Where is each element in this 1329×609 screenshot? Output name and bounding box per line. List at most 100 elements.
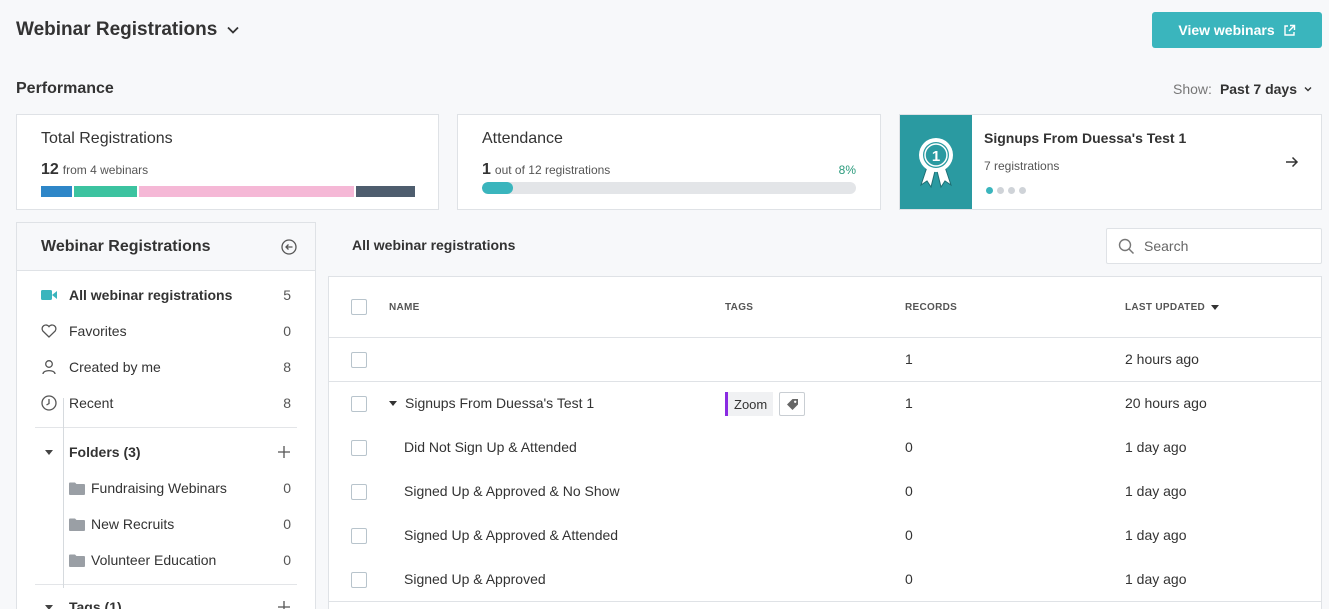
add-folder-icon[interactable] [277, 445, 291, 459]
row-records: 0 [905, 483, 913, 499]
row-checkbox[interactable] [351, 440, 367, 456]
row-checkbox[interactable] [351, 572, 367, 588]
featured-title: Signups From Duessa's Test 1 [984, 130, 1187, 146]
row-checkbox[interactable] [351, 396, 367, 412]
folder-icon [69, 552, 85, 568]
carousel-dot[interactable] [1019, 187, 1026, 194]
sidebar-item-folder[interactable]: Fundraising Webinars 0 [17, 470, 315, 506]
sidebar-title: Webinar Registrations [41, 238, 211, 255]
row-checkbox[interactable] [351, 352, 367, 368]
select-all-checkbox[interactable] [351, 299, 367, 315]
row-records: 0 [905, 571, 913, 587]
column-header-label: LAST UPDATED [1125, 302, 1206, 313]
breakdown-segment [41, 186, 72, 197]
collapse-sidebar-icon[interactable] [281, 239, 297, 255]
attendance-percent: 8% [838, 163, 856, 177]
row-updated: 20 hours ago [1125, 395, 1207, 411]
carousel-dots[interactable] [986, 187, 1030, 194]
folders-section-header[interactable]: Folders (3) [17, 434, 315, 470]
table-row[interactable]: Signed Up & Approved & Attended 0 1 day … [329, 514, 1321, 558]
page-title[interactable]: Webinar Registrations [16, 19, 241, 41]
total-registrations-card: Total Registrations 12 from 4 webinars [16, 114, 439, 210]
sidebar-item-recent[interactable]: Recent 8 [17, 385, 315, 421]
performance-heading: Performance [16, 80, 114, 97]
row-updated: 1 day ago [1125, 571, 1187, 587]
search-input[interactable] [1144, 238, 1314, 254]
column-header-last-updated[interactable]: LAST UPDATED [1125, 302, 1220, 313]
chevron-down-icon[interactable] [225, 22, 241, 38]
external-link-icon [1283, 24, 1295, 36]
sidebar-item-count: 0 [283, 552, 291, 568]
sidebar-item-label: Created by me [69, 359, 161, 375]
user-icon [41, 359, 57, 375]
column-header-tags[interactable]: TAGS [725, 302, 753, 313]
view-webinars-button[interactable]: View webinars [1152, 12, 1322, 48]
sidebar-item-count: 0 [283, 323, 291, 339]
row-records: 0 [905, 439, 913, 455]
arrow-right-icon[interactable] [1285, 155, 1299, 169]
table-row[interactable]: Signups From Duessa's Test 1 Zoom 1 20 h… [329, 382, 1321, 426]
row-updated: 1 day ago [1125, 483, 1187, 499]
sidebar-item-label: Volunteer Education [91, 552, 217, 568]
sidebar-item-label: Favorites [69, 323, 127, 339]
search-icon [1118, 238, 1135, 254]
sidebar-item-count: 0 [283, 516, 291, 532]
list-title: All webinar registrations [352, 237, 516, 253]
sidebar-item-folder[interactable]: New Recruits 0 [17, 506, 315, 542]
tag-label: Zoom [734, 396, 768, 412]
add-tag-icon[interactable] [277, 600, 291, 609]
sidebar-item-label: All webinar registrations [69, 287, 233, 303]
row-checkbox[interactable] [351, 528, 367, 544]
sidebar-item-created-by-me[interactable]: Created by me 8 [17, 349, 315, 385]
sidebar-header: Webinar Registrations [17, 223, 315, 271]
row-checkbox[interactable] [351, 484, 367, 500]
table-row[interactable]: Did Not Sign Up & Attended 0 1 day ago [329, 426, 1321, 470]
sidebar-divider [35, 584, 297, 585]
tags-section-header[interactable]: Tags (1) [17, 589, 315, 609]
add-tag-button[interactable] [779, 392, 805, 416]
tag-icon [786, 398, 798, 410]
breakdown-segment [356, 186, 415, 197]
sidebar-item-label: New Recruits [91, 516, 175, 532]
sidebar-item-favorites[interactable]: Favorites 0 [17, 313, 315, 349]
carousel-dot[interactable] [997, 187, 1004, 194]
row-name[interactable]: Signed Up & Approved [404, 571, 546, 587]
date-range-select[interactable]: Show: Past 7 days [1173, 81, 1313, 97]
tag-chip[interactable]: Zoom [725, 392, 774, 416]
expand-caret-icon[interactable] [389, 401, 397, 406]
folder-icon [69, 516, 85, 532]
carousel-dot[interactable] [1008, 187, 1015, 194]
caret-down-icon [41, 444, 57, 460]
sidebar-item-label: Recent [69, 395, 114, 411]
folder-icon [69, 480, 85, 496]
folders-label: Folders (3) [69, 444, 141, 460]
column-header-records[interactable]: RECORDS [905, 302, 957, 313]
caret-down-icon [41, 599, 57, 609]
sidebar-item-label: Fundraising Webinars [91, 480, 227, 496]
row-name[interactable]: Signed Up & Approved & No Show [404, 483, 620, 499]
breakdown-segment [74, 186, 137, 197]
card-title: Attendance [482, 130, 563, 147]
sidebar-item-all-webinar-registrations[interactable]: All webinar registrations 5 [17, 277, 315, 313]
show-label: Show: [1173, 81, 1212, 97]
row-updated: 1 day ago [1125, 439, 1187, 455]
carousel-dot[interactable] [986, 187, 993, 194]
table-row[interactable]: 1 2 hours ago [329, 338, 1321, 382]
row-name[interactable]: Did Not Sign Up & Attended [404, 439, 577, 455]
breakdown-segment [139, 186, 354, 197]
chevron-down-icon [1304, 87, 1312, 92]
registrations-breakdown-bar [41, 186, 415, 197]
row-updated: 1 day ago [1125, 527, 1187, 543]
row-name[interactable]: Signed Up & Approved & Attended [404, 527, 618, 543]
card-summary: 12 from 4 webinars [41, 161, 148, 179]
table-row[interactable]: Signed Up & Approved 0 1 day ago [329, 558, 1321, 602]
table-row[interactable]: Signed Up & Approved & No Show 0 1 day a… [329, 470, 1321, 514]
clock-icon [41, 395, 57, 411]
card-title: Total Registrations [41, 130, 173, 147]
column-header-name[interactable]: NAME [389, 302, 420, 313]
search-box[interactable] [1106, 228, 1322, 264]
featured-webinar-card[interactable]: 1 Signups From Duessa's Test 1 7 registr… [899, 114, 1322, 210]
sidebar-item-folder[interactable]: Volunteer Education 0 [17, 542, 315, 578]
sidebar-item-count: 8 [283, 359, 291, 375]
row-name[interactable]: Signups From Duessa's Test 1 [405, 395, 594, 411]
